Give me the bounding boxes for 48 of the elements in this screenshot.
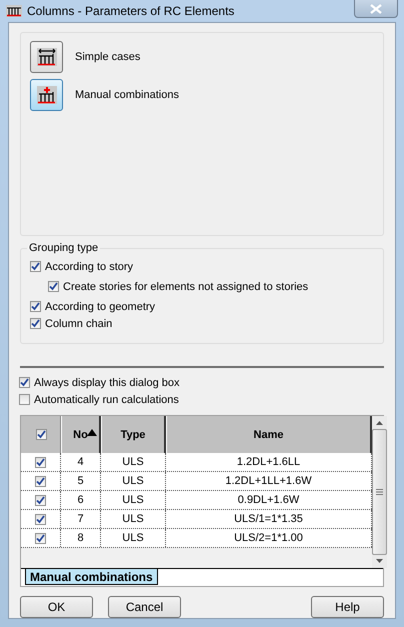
table-cell: 4: [61, 453, 101, 471]
table-cell: 6: [61, 491, 101, 509]
close-button[interactable]: [354, 0, 398, 18]
table-cell: ULS: [101, 453, 166, 471]
checkbox[interactable]: [30, 301, 41, 312]
table-cell: 7: [61, 510, 101, 528]
mode-label: Simple cases: [75, 51, 140, 63]
checkbox-label: Create stories for elements not assigned to stories: [63, 280, 308, 292]
mode-label: Manual combinations: [75, 89, 179, 101]
checkbox[interactable]: [19, 394, 30, 405]
grip-icon: [376, 489, 383, 495]
table-cell: ULS: [101, 510, 166, 528]
dialog-button[interactable]: Help: [311, 596, 384, 618]
mode-button[interactable]: [30, 79, 63, 111]
table-cell: ULS: [101, 472, 166, 490]
checkbox[interactable]: [36, 429, 46, 440]
checkbox[interactable]: [35, 494, 46, 506]
sheet-tab[interactable]: Manual combinations: [25, 569, 158, 585]
checkbox[interactable]: [35, 532, 46, 544]
checkbox[interactable]: [48, 281, 59, 292]
table-cell: ULS: [101, 529, 166, 547]
checkbox[interactable]: [35, 514, 46, 524]
frame-icon: [36, 48, 56, 66]
checkbox[interactable]: [19, 377, 30, 388]
table-cell: ULS: [101, 491, 166, 509]
checkbox[interactable]: [30, 261, 41, 272]
checkbox-label: Automatically run calculations: [34, 394, 179, 406]
scroll-thumb[interactable]: [372, 429, 387, 555]
checkbox-label: According to story: [45, 260, 134, 272]
window-title: Columns - Parameters of RC Elements: [27, 4, 234, 18]
dialog-button[interactable]: OK: [20, 596, 93, 618]
checkbox[interactable]: [30, 318, 41, 329]
checkbox[interactable]: [35, 456, 46, 468]
frame-icon: [36, 86, 56, 104]
scroll-up-icon[interactable]: [376, 421, 383, 425]
close-icon: [370, 4, 382, 14]
table-cell: 5: [61, 472, 101, 490]
dialog-button[interactable]: Cancel: [108, 596, 181, 618]
group-title: Grouping type: [27, 242, 100, 254]
checkbox-label: According to geometry: [45, 300, 156, 312]
scroll-down-icon[interactable]: [376, 559, 383, 563]
checkbox-label: Column chain: [45, 318, 112, 330]
mode-button[interactable]: [30, 41, 63, 73]
sort-icon: [87, 429, 97, 436]
checkbox-label: Always display this dialog box: [34, 376, 180, 388]
app-icon: [6, 5, 22, 17]
checkbox[interactable]: [35, 476, 46, 486]
table-cell: 8: [61, 529, 101, 547]
